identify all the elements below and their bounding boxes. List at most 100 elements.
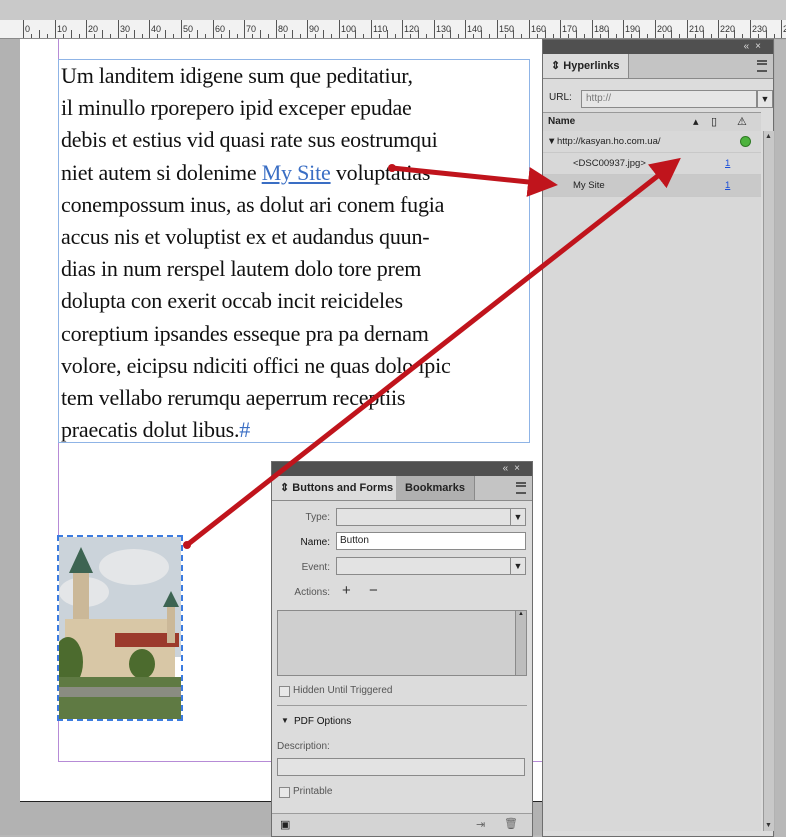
hyperlink-my-site[interactable]: My Site [262, 160, 331, 185]
panel-menu-icon[interactable] [757, 60, 767, 72]
ruler-minor-tick [355, 30, 356, 38]
ruler-minor-tick [639, 30, 640, 38]
photo-spire [163, 591, 179, 607]
chevron-down-icon[interactable]: ▼ [510, 558, 525, 574]
printable-checkbox[interactable] [279, 787, 290, 798]
panel-grip[interactable]: «× [543, 40, 773, 54]
hidden-until-triggered-checkbox[interactable] [279, 686, 290, 697]
list-item-image-source[interactable]: <DSC00937.jpg> 1 [543, 153, 761, 175]
scroll-down-icon[interactable]: ▼ [765, 822, 772, 829]
image-frame-button[interactable] [57, 535, 183, 721]
ruler-label: 40 [151, 24, 162, 34]
ruler-minor-tick [197, 30, 198, 38]
tab-buttons-and-forms[interactable]: ⇕ Buttons and Forms [272, 476, 403, 500]
ruler-label: 50 [183, 24, 194, 34]
tab-bookmarks[interactable]: Bookmarks [396, 476, 475, 500]
ruler-major-tick [750, 20, 751, 38]
ruler-minor-tick [379, 34, 380, 38]
url-label: URL: [549, 92, 572, 103]
ruler-label: 180 [594, 24, 610, 34]
ruler-minor-tick [268, 34, 269, 38]
scroll-up-icon[interactable]: ▲ [516, 611, 526, 617]
ruler-minor-tick [63, 34, 64, 38]
actions-scrollbar[interactable]: ▲ [515, 611, 526, 675]
tab-hyperlinks[interactable]: ⇕ Hyperlinks [543, 54, 629, 78]
chevron-down-icon[interactable]: ▼ [510, 509, 525, 525]
ruler-label: 120 [404, 24, 420, 34]
name-field[interactable]: Button [336, 532, 526, 550]
scroll-up-icon[interactable]: ▲ [765, 133, 772, 140]
ruler-label: 0 [25, 24, 31, 34]
ruler-major-tick [181, 20, 182, 38]
panel-menu-icon[interactable] [516, 482, 526, 494]
text-line: niet autem si dolenime [61, 159, 262, 185]
photo-path [59, 687, 181, 697]
ruler-minor-tick [418, 30, 419, 38]
preview-icon[interactable]: ▣ [280, 818, 290, 831]
list-scrollbar[interactable]: ▲ ▼ [763, 131, 774, 831]
ruler-minor-tick [173, 34, 174, 38]
ruler-major-tick [307, 20, 308, 38]
ruler-minor-tick [647, 34, 648, 38]
ruler-major-tick [118, 20, 119, 38]
horizontal-ruler: 0 10 20 30 40 50 60 70 80 90 100 110 120 130 140 150 160… [0, 0, 786, 39]
panel-footer: ▣ ⇥ 🗑 [272, 813, 532, 836]
ruler-minor-tick [553, 34, 554, 38]
ruler-minor-tick [387, 30, 388, 38]
ruler-minor-tick [165, 30, 166, 38]
ruler-label: 160 [531, 24, 547, 34]
remove-action-icon[interactable]: − [369, 582, 378, 599]
trash-icon[interactable]: 🗑 [504, 817, 518, 830]
ruler-minor-tick [766, 30, 767, 38]
ruler-minor-tick [568, 34, 569, 38]
sort-icon[interactable]: ▴ [693, 115, 699, 128]
hyperlinks-tabbar: ⇕ Hyperlinks [543, 54, 773, 79]
list-item-text-source[interactable]: My Site 1 [543, 175, 761, 197]
text-line: coreptium ipsandes esseque pra pa dernam [61, 320, 429, 346]
text-line: conempossum inus, as dolut ari conem fug… [61, 191, 445, 217]
ruler-major-tick [718, 20, 719, 38]
body-text[interactable]: Um landitem idigene sum que peditatiur, … [61, 60, 531, 446]
ruler-minor-tick [473, 34, 474, 38]
ruler-minor-tick [94, 34, 95, 38]
tab-arrows-icon: ⇕ [551, 60, 564, 72]
ruler-minor-tick [252, 34, 253, 38]
page-number-link[interactable]: 1 [725, 158, 730, 169]
disclosure-triangle-icon[interactable]: ▼ [281, 716, 289, 725]
ruler-minor-tick [126, 34, 127, 38]
type-select[interactable]: ▼ [336, 508, 526, 526]
ruler-major-tick [465, 20, 466, 38]
status-ok-icon [740, 136, 751, 147]
text-frame[interactable]: Um landitem idigene sum que peditatiur, … [58, 59, 530, 443]
event-label: Event: [301, 562, 330, 573]
add-action-icon[interactable]: + [342, 582, 351, 599]
description-field[interactable] [277, 758, 525, 776]
column-name[interactable]: Name [548, 116, 575, 127]
panel-grip[interactable]: «× [272, 462, 532, 476]
list-item-url[interactable]: ▼ http://kasyan.ho.com.ua/ [543, 131, 761, 153]
disclosure-triangle-icon[interactable]: ▼ [547, 136, 556, 147]
ruler-minor-tick [323, 30, 324, 38]
page-icon[interactable]: ▯ [711, 115, 717, 128]
collapse-close-icons[interactable]: «× [503, 463, 526, 474]
event-select[interactable]: ▼ [336, 557, 526, 575]
warning-icon[interactable]: ⚠ [737, 115, 747, 128]
ruler-minor-tick [110, 34, 111, 38]
ruler-minor-tick [134, 30, 135, 38]
collapse-close-icons[interactable]: «× [744, 41, 767, 52]
ruler-minor-tick [237, 34, 238, 38]
page-number-link[interactable]: 1 [725, 180, 730, 191]
ruler-major-tick [213, 20, 214, 38]
ruler-minor-tick [205, 34, 206, 38]
pdf-options-label[interactable]: PDF Options [294, 716, 351, 727]
ruler-major-tick [149, 20, 150, 38]
ruler-label: 10 [57, 24, 68, 34]
ruler-label: 90 [309, 24, 320, 34]
tab-label: Hyperlinks [563, 60, 620, 72]
ruler-major-tick [23, 20, 24, 38]
actions-list[interactable]: ▲ [277, 610, 527, 676]
ruler-minor-tick [584, 34, 585, 38]
url-input[interactable]: http:// [581, 90, 757, 108]
chevron-down-icon[interactable]: ▼ [757, 90, 773, 108]
convert-icon[interactable]: ⇥ [476, 818, 485, 831]
